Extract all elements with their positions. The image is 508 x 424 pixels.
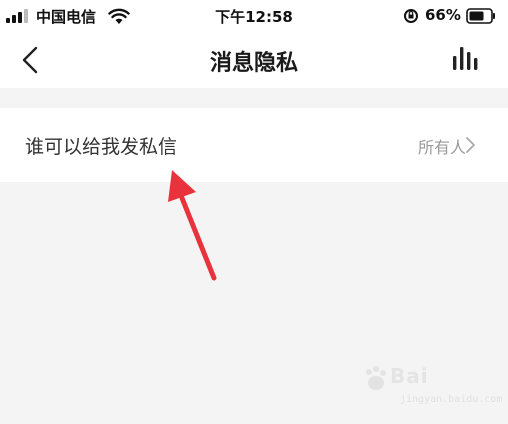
bar-chart-icon (453, 47, 478, 70)
rotation-lock-icon (404, 9, 418, 23)
status-bar: 中国电信 下午12:58 66% (0, 0, 508, 32)
battery-icon (466, 8, 495, 24)
chevron-right-icon (466, 137, 475, 153)
watermark-brand: Bai (390, 364, 429, 388)
stats-button[interactable] (446, 42, 486, 78)
watermark-url: jingyan.baidu.com (400, 394, 503, 405)
section-gap (0, 88, 508, 108)
nav-bar: 消息隐私 (0, 32, 508, 88)
battery-percentage: 66% (425, 6, 461, 24)
setting-label: 谁可以给我发私信 (25, 136, 178, 158)
arrow-shaft (179, 195, 217, 281)
paw-logo-icon (366, 366, 386, 390)
who-can-message-me-row[interactable]: 谁可以给我发私信 所有人 (0, 108, 508, 182)
page-title: 消息隐私 (209, 51, 298, 76)
setting-value: 所有人 (417, 138, 466, 157)
baidu-jingyan-watermark: Bai jingyan.baidu.com (360, 362, 503, 414)
